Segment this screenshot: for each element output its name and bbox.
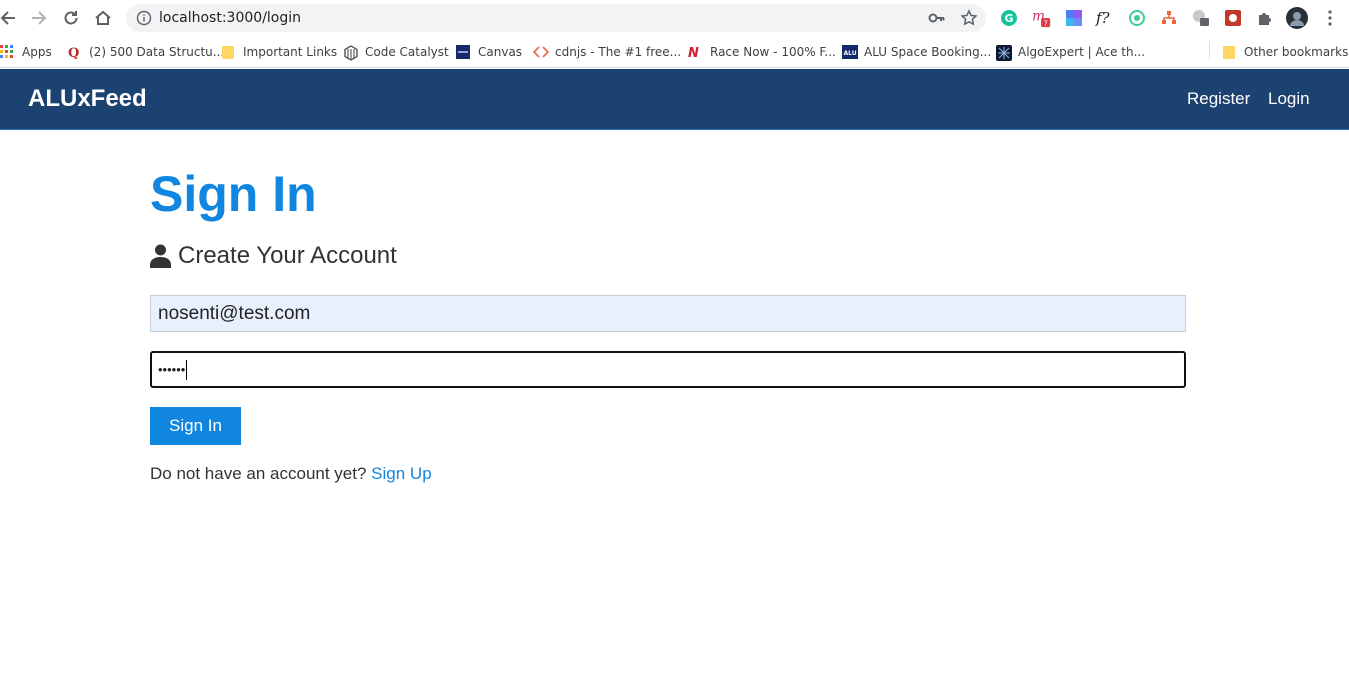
bookmark-code-catalyst[interactable]: Code Catalyst xyxy=(343,42,449,62)
bookmark-label: Canvas xyxy=(478,45,523,59)
bookmark-alu-space[interactable]: ALU ALU Space Booking... xyxy=(842,42,991,62)
brand-logo[interactable]: ALUxFeed xyxy=(28,85,147,113)
site-info-icon[interactable] xyxy=(136,10,152,26)
bookmark-label: Important Links xyxy=(243,45,338,59)
apps-grid-icon xyxy=(0,45,14,59)
forward-icon[interactable] xyxy=(27,6,51,30)
reload-icon[interactable] xyxy=(59,6,83,30)
svg-text:N: N xyxy=(688,46,699,59)
bookmark-quora[interactable]: Q (2) 500 Data Structu... xyxy=(67,42,224,62)
extension-red-icon[interactable] xyxy=(1223,8,1243,28)
text-caret xyxy=(186,359,188,380)
home-icon[interactable] xyxy=(91,6,115,30)
bookmark-label: Race Now - 100% F... xyxy=(710,45,836,59)
profile-avatar[interactable] xyxy=(1286,7,1308,29)
url-text[interactable]: localhost:3000/login xyxy=(159,10,301,26)
quora-icon: Q xyxy=(67,45,81,61)
svg-text:f?: f? xyxy=(1095,9,1111,27)
signup-prompt: Do not have an account yet? xyxy=(150,464,367,483)
code-catalyst-icon xyxy=(343,45,358,61)
bookmark-race-now[interactable]: N Race Now - 100% F... xyxy=(688,42,836,62)
email-value: nosenti@test.com xyxy=(158,302,311,324)
alu-icon: ALU xyxy=(842,45,858,59)
svg-text:7: 7 xyxy=(1043,18,1048,27)
folder-icon xyxy=(221,45,235,59)
extensions-puzzle-icon[interactable] xyxy=(1255,8,1275,28)
whatfont-icon[interactable]: f? xyxy=(1095,8,1115,28)
address-bar[interactable]: localhost:3000/login xyxy=(126,4,986,32)
extension-m-icon[interactable]: m7 xyxy=(1032,8,1052,28)
browser-toolbar: localhost:3000/login G m7 f? xyxy=(0,0,1349,36)
back-icon[interactable] xyxy=(0,6,20,30)
bookmark-canvas[interactable]: Canvas xyxy=(456,42,522,62)
extension-circle-icon[interactable] xyxy=(1127,8,1147,28)
password-key-icon[interactable] xyxy=(928,10,946,31)
algoexpert-icon xyxy=(996,45,1012,61)
form-lead: Create Your Account xyxy=(150,242,397,270)
bookmarks-bar: Apps Q (2) 500 Data Structu... Important… xyxy=(0,36,1349,68)
bookmark-label: (2) 500 Data Structu... xyxy=(89,45,225,59)
svg-text:ALU: ALU xyxy=(843,50,856,57)
password-value: •••••• xyxy=(158,362,186,377)
form-lead-text: Create Your Account xyxy=(178,242,397,269)
password-field[interactable]: •••••• xyxy=(150,351,1186,388)
bookmark-star-icon[interactable] xyxy=(960,9,978,32)
bookmark-label: Code Catalyst xyxy=(365,45,449,59)
cdnjs-icon xyxy=(532,45,550,59)
grammarly-icon[interactable]: G xyxy=(999,8,1019,28)
sign-in-button[interactable]: Sign In xyxy=(150,407,241,445)
signup-hint: Do not have an account yet? Sign Up xyxy=(150,464,432,484)
extension-globe-icon[interactable] xyxy=(1191,8,1211,28)
svg-text:Q: Q xyxy=(68,46,79,59)
app-navbar: ALUxFeed Register Login xyxy=(0,69,1349,130)
canvas-icon xyxy=(456,45,470,59)
bookmark-cdnjs[interactable]: cdnjs - The #1 free... xyxy=(532,42,682,62)
bookmark-apps[interactable]: Apps xyxy=(0,42,52,62)
page-title: Sign In xyxy=(150,166,317,222)
nav-login-link[interactable]: Login xyxy=(1268,89,1310,109)
bookmark-algoexpert[interactable]: AlgoExpert | Ace th... xyxy=(996,42,1145,62)
race-now-icon: N xyxy=(688,45,702,61)
extension-square-icon[interactable] xyxy=(1064,8,1084,28)
bookmarks-divider xyxy=(1209,41,1210,59)
svg-text:G: G xyxy=(1004,12,1013,25)
bookmark-important-links[interactable]: Important Links xyxy=(221,42,337,62)
bookmark-label: Apps xyxy=(22,45,52,59)
user-icon xyxy=(150,244,171,268)
browser-menu-icon[interactable] xyxy=(1320,8,1340,28)
bookmark-label: cdnjs - The #1 free... xyxy=(555,45,682,59)
email-field[interactable]: nosenti@test.com xyxy=(150,295,1186,332)
bookmark-label: AlgoExpert | Ace th... xyxy=(1018,45,1146,59)
bookmark-other[interactable]: Other bookmarks xyxy=(1222,42,1348,62)
nav-register-link[interactable]: Register xyxy=(1187,89,1250,109)
extension-tree-icon[interactable] xyxy=(1159,8,1179,28)
bookmark-label: Other bookmarks xyxy=(1244,45,1349,59)
sign-up-link[interactable]: Sign Up xyxy=(371,464,431,483)
bookmark-label: ALU Space Booking... xyxy=(864,45,992,59)
folder-icon xyxy=(1222,45,1236,59)
